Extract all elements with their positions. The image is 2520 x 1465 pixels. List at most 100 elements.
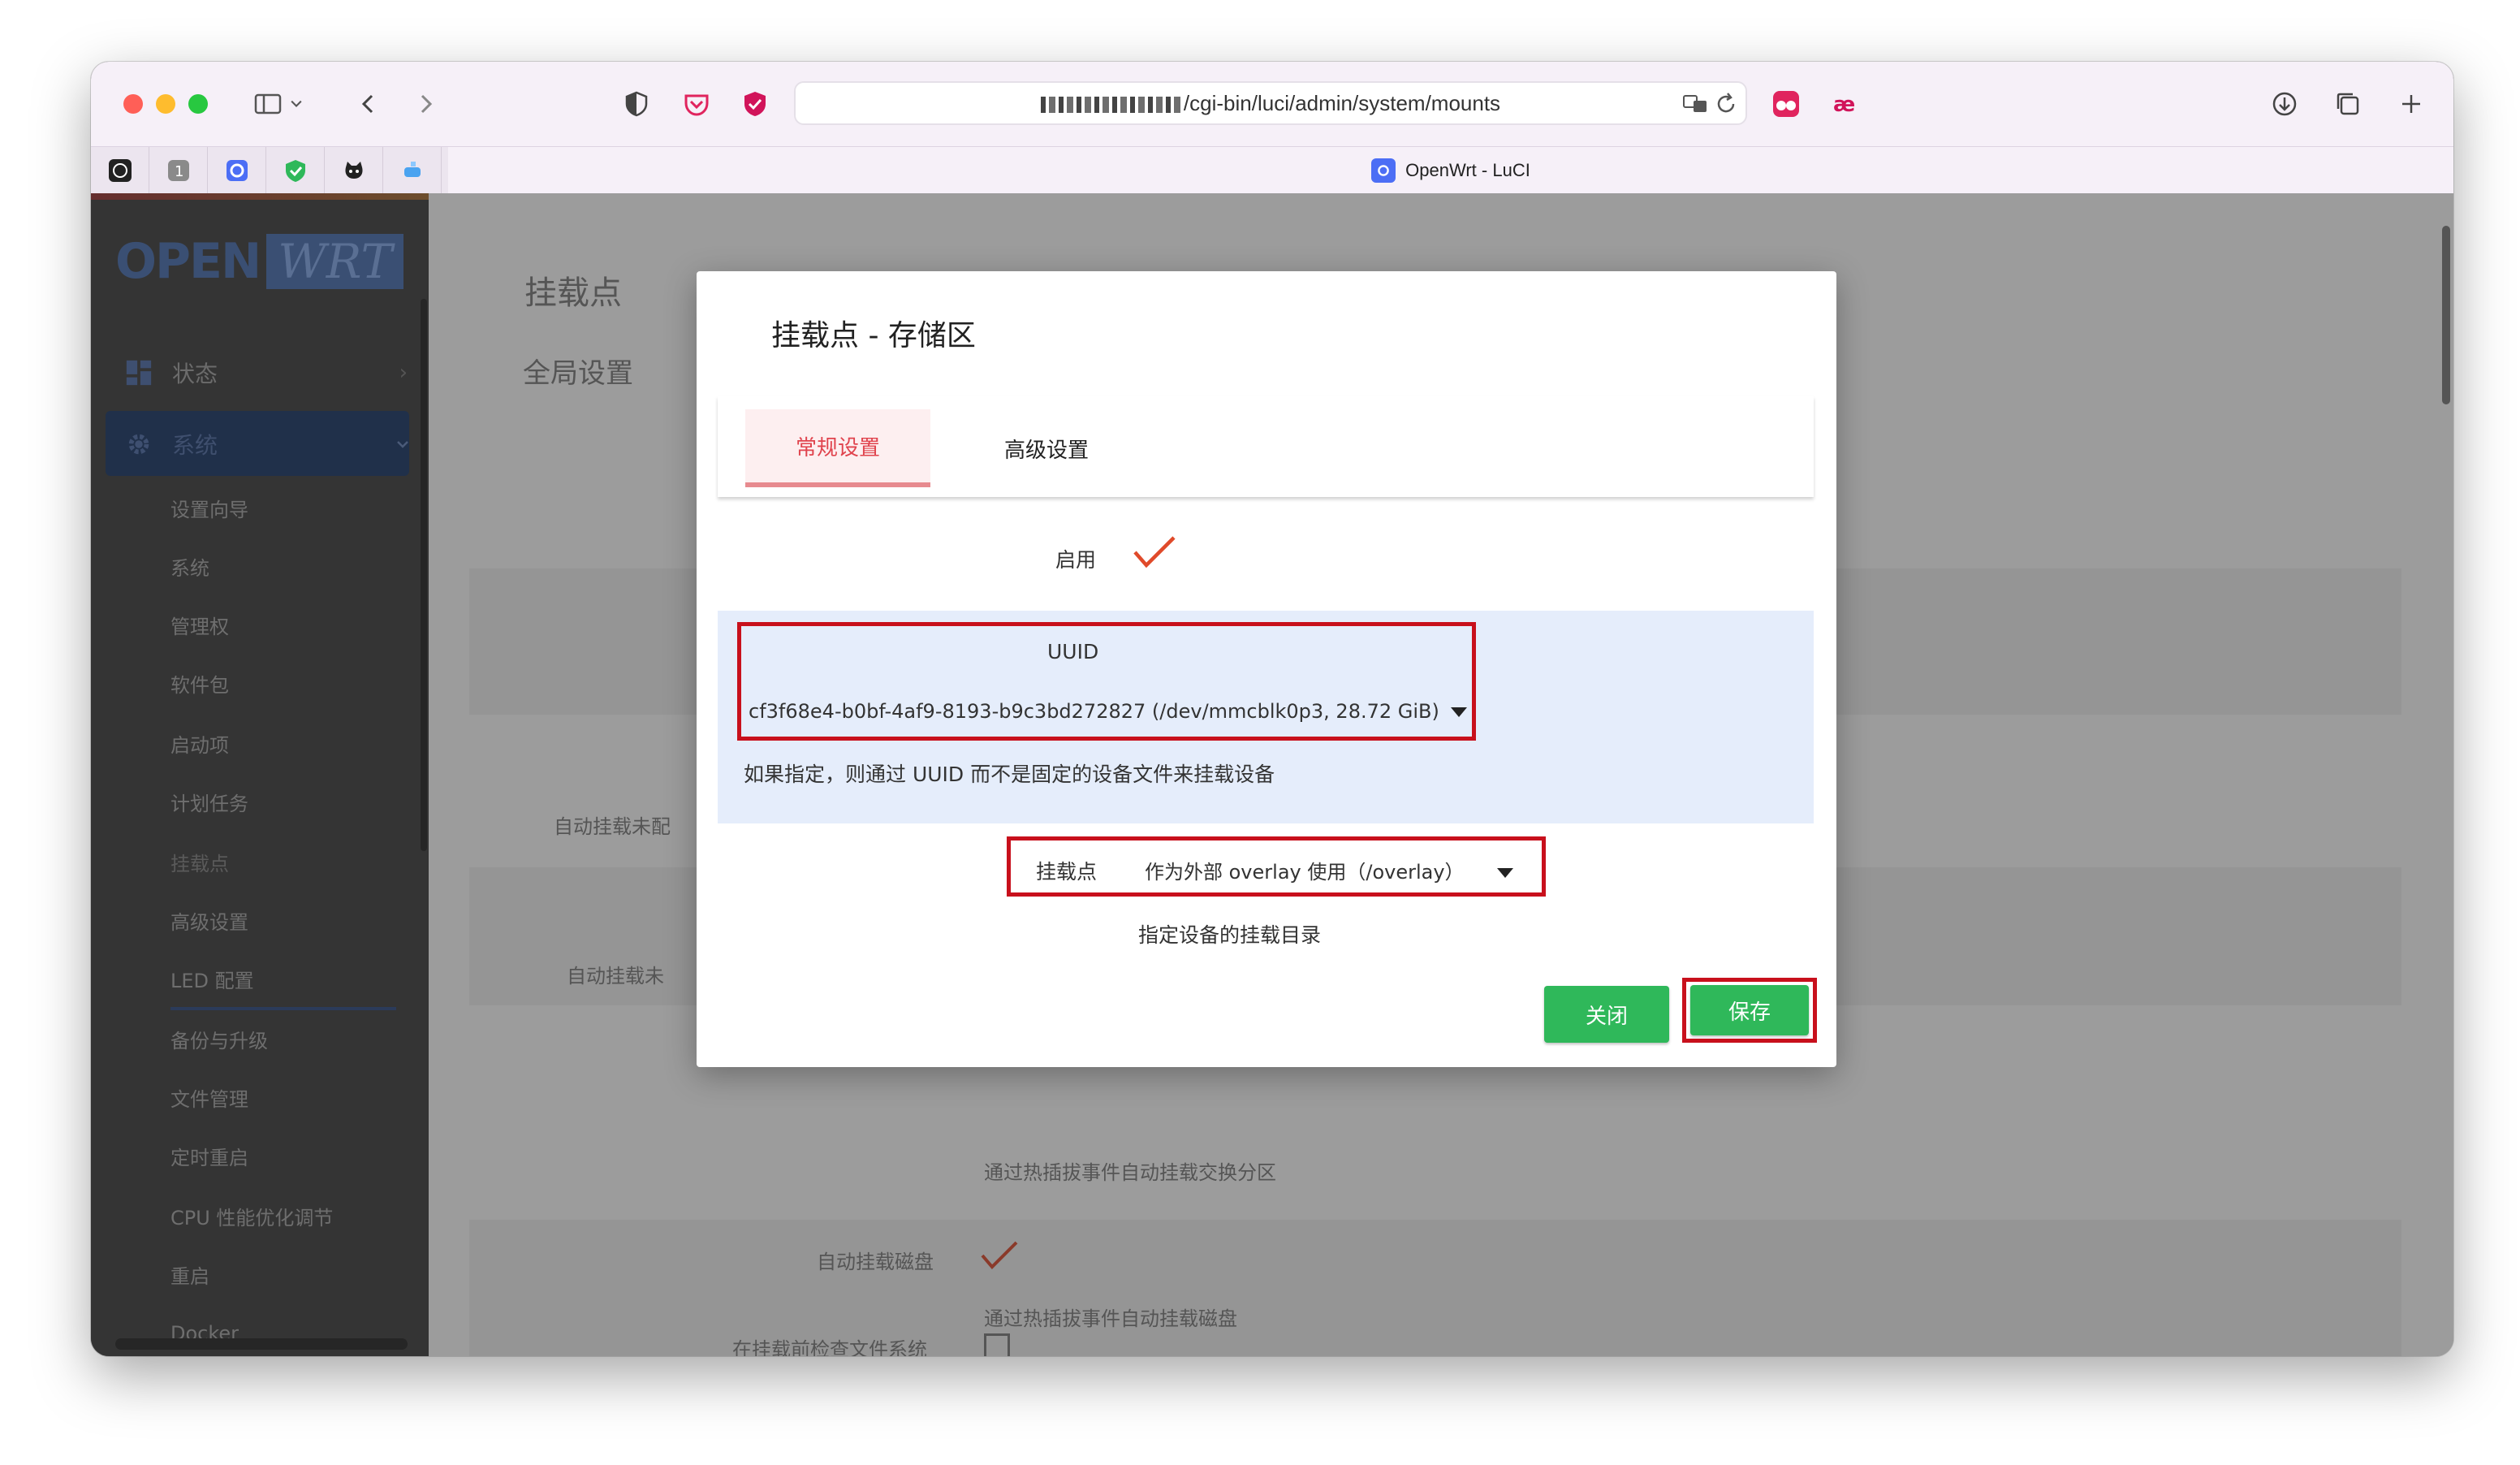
minimize-window-button[interactable]	[156, 94, 175, 114]
sidebar-sub-reboot-schedule[interactable]: 定时重启	[170, 1142, 248, 1170]
address-bar[interactable]: /cgi-bin/luci/admin/system/mounts	[794, 81, 1747, 125]
active-tab[interactable]: OpenWrt - LuCI	[448, 147, 2453, 194]
pinned-tab-6[interactable]	[383, 147, 442, 194]
shield-check-icon	[285, 160, 305, 182]
chevron-down-icon[interactable]	[284, 86, 309, 122]
section-title: 全局设置	[523, 357, 633, 390]
sidebar-item-system[interactable]: 系统	[91, 413, 429, 476]
svg-text:1: 1	[175, 163, 183, 180]
chevron-down-icon	[395, 431, 411, 458]
tab-general-settings[interactable]: 常规设置	[745, 409, 930, 487]
zoom-window-button[interactable]	[188, 94, 208, 114]
caret-down-icon	[1450, 707, 1467, 717]
downloads-icon[interactable]	[2267, 86, 2302, 122]
sidebar-sub-system[interactable]: 系统	[170, 552, 209, 581]
url-text: /cgi-bin/luci/admin/system/mounts	[1183, 91, 1501, 115]
dialog-tabs: 常规设置 高级设置	[718, 396, 1814, 497]
close-button[interactable]: 关闭	[1544, 986, 1669, 1043]
tab-advanced-settings[interactable]: 高级设置	[977, 409, 1115, 487]
mount-dialog: 挂载点 - 存储区 常规设置 高级设置 启用 UUID cf3f68e4-b0b…	[697, 271, 1836, 1067]
uuid-highlight-box	[737, 622, 1476, 741]
page-scrollbar[interactable]	[2442, 226, 2450, 404]
one-password-icon: 1	[167, 160, 189, 181]
back-icon[interactable]	[351, 86, 386, 122]
checkmark-icon	[1133, 536, 1176, 568]
dialog-title: 挂载点 - 存储区	[771, 319, 976, 352]
uuid-description: 如果指定，则通过 UUID 而不是固定的设备文件来挂载设备	[744, 763, 1275, 786]
sidebar-horizontal-scrollbar[interactable]	[115, 1338, 408, 1350]
enable-checkbox[interactable]	[1132, 534, 1177, 570]
uuid-row: UUID cf3f68e4-b0bf-4af9-8193-b9c3bd27282…	[718, 611, 1814, 823]
auto-mount-disk-description: 通过热插拔事件自动挂载磁盘	[984, 1307, 1237, 1330]
pinned-tab-1[interactable]	[91, 147, 149, 194]
sidebar-item-status[interactable]: 状态 ›	[91, 341, 429, 404]
sidebar-item-label: 系统	[172, 432, 218, 459]
save-button[interactable]: 保存	[1690, 985, 1809, 1035]
close-window-button[interactable]	[123, 94, 143, 114]
pinned-tab-2[interactable]: 1	[149, 147, 208, 194]
sidebar-sub-packages[interactable]: 软件包	[170, 669, 229, 698]
sidebar-sub-admin[interactable]: 管理权	[170, 611, 229, 639]
uuid-select[interactable]: cf3f68e4-b0bf-4af9-8193-b9c3bd272827 (/d…	[749, 700, 1467, 723]
check-fs-label: 在挂载前检查文件系统	[732, 1338, 927, 1356]
sidebar-sub-files[interactable]: 文件管理	[170, 1083, 248, 1112]
sidebar-item-label: 状态	[172, 361, 218, 387]
pinned-site-icon	[108, 159, 132, 182]
sidebar-toggle-icon[interactable]	[250, 86, 286, 122]
auto-mount-disk-check[interactable]	[979, 1239, 1020, 1272]
privacy-shield-icon[interactable]	[619, 86, 654, 122]
logo-open-text: OPEN	[115, 233, 261, 290]
tab-overview-icon[interactable]	[2330, 86, 2366, 122]
sidebar-sub-advanced[interactable]: 高级设置	[170, 906, 248, 935]
openwrt-app-icon	[226, 160, 248, 181]
sidebar-sub-reboot[interactable]: 重启	[170, 1260, 209, 1289]
forward-icon[interactable]	[408, 86, 443, 122]
github-cat-icon	[344, 162, 363, 179]
check-fs-checkbox[interactable]	[984, 1333, 1010, 1356]
pinned-tab-4[interactable]	[266, 147, 325, 194]
openwrt-favicon-icon	[1371, 158, 1396, 183]
chevron-right-icon: ›	[399, 361, 408, 385]
svg-text:æ: æ	[1833, 93, 1855, 117]
sidebar-sub-cpu[interactable]: CPU 性能优化调节	[170, 1202, 333, 1230]
gear-icon	[123, 429, 154, 460]
sidebar-scrollbar[interactable]	[421, 299, 427, 851]
pinned-tab-5[interactable]	[325, 147, 383, 194]
uuid-label: UUID	[1047, 640, 1099, 663]
mount-point-label: 挂载点	[1036, 860, 1098, 884]
enable-label: 启用	[1055, 548, 1097, 572]
sidebar: OPEN WRT 状态 › 系统 设置向导 系统 管理权 软件包 启动项 计划任…	[91, 193, 429, 1356]
openwrt-logo: OPEN WRT	[115, 231, 404, 292]
sidebar-sub-cron[interactable]: 计划任务	[170, 788, 248, 816]
sidebar-sub-led[interactable]: LED 配置	[170, 965, 254, 993]
tab-title: OpenWrt - LuCI	[1405, 160, 1530, 180]
sidebar-sub-wizard[interactable]: 设置向导	[170, 494, 248, 522]
auto-mount-disk-label: 自动挂载磁盘	[817, 1251, 934, 1273]
extension-pink-icon[interactable]	[1768, 86, 1804, 122]
mount-point-description: 指定设备的挂载目录	[1138, 923, 1322, 947]
page-title: 挂载点	[524, 274, 622, 312]
sidebar-sub-startup[interactable]: 启动项	[170, 729, 229, 758]
swap-description: 通过热插拔事件自动挂载交换分区	[984, 1161, 1276, 1184]
uuid-select-value: cf3f68e4-b0bf-4af9-8193-b9c3bd272827 (/d…	[749, 700, 1439, 723]
logo-wrt-text: WRT	[266, 234, 404, 289]
label-auto-mount-unconfigured: 自动挂载未配	[554, 815, 671, 838]
new-tab-icon[interactable]	[2393, 86, 2429, 122]
mount-point-select[interactable]: 作为外部 overlay 使用（/overlay）	[1145, 856, 1513, 884]
pocket-icon[interactable]	[679, 86, 714, 122]
reload-icon[interactable]	[1708, 86, 1744, 122]
redacted-host	[1040, 97, 1180, 114]
sidebar-sub-backup[interactable]: 备份与升级	[170, 1025, 268, 1053]
sidebar-selected-indicator	[170, 1007, 396, 1010]
extension-ae-icon[interactable]: æ	[1828, 86, 1864, 122]
tab-bar: 1 OpenWrt - LuCI	[91, 146, 2453, 194]
mount-point-select-value: 作为外部 overlay 使用（/overlay）	[1145, 861, 1465, 884]
ublock-shield-icon[interactable]	[737, 86, 773, 122]
pinned-tab-3[interactable]	[208, 147, 266, 194]
dashboard-icon	[123, 357, 154, 388]
sidebar-sub-mounts[interactable]: 挂载点	[170, 848, 229, 876]
browser-toolbar: /cgi-bin/luci/admin/system/mounts æ	[91, 62, 2453, 146]
label-auto-mount-unconfigured-2: 自动挂载未	[567, 965, 664, 987]
docker-icon	[403, 162, 421, 177]
caret-down-icon	[1496, 868, 1513, 878]
